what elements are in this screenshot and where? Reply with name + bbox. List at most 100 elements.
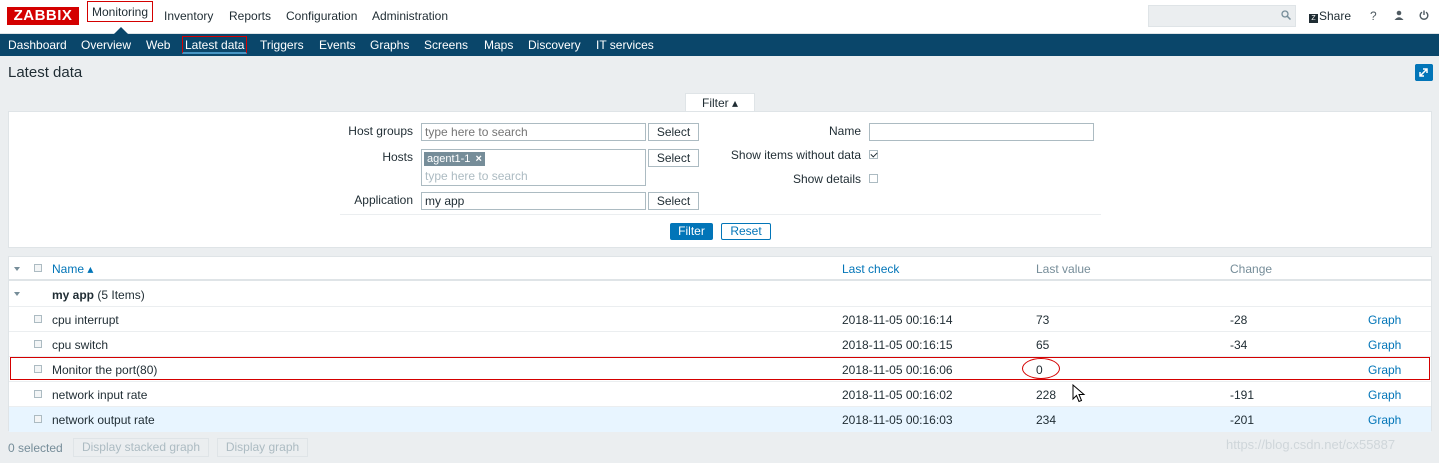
filter-divider <box>340 214 1101 215</box>
menu-inventory[interactable]: Inventory <box>164 9 213 23</box>
latest-data-table: Name ▴ Last check Last value Change my a… <box>8 256 1432 432</box>
group-row: my app (5 Items) <box>9 282 1431 307</box>
item-name: cpu interrupt <box>52 313 119 327</box>
row-checkbox[interactable] <box>34 340 42 348</box>
share-badge-icon: Z <box>1309 14 1318 23</box>
top-header: ZABBIX Monitoring Inventory Reports Conf… <box>0 0 1439 34</box>
item-change: -34 <box>1230 338 1248 352</box>
watermark: https://blog.csdn.net/cx55887 <box>1226 437 1396 452</box>
subnav-overview[interactable]: Overview <box>81 38 131 52</box>
subnav-screens[interactable]: Screens <box>424 38 468 52</box>
host-groups-select-button[interactable]: Select <box>648 123 699 141</box>
value-annotation <box>1022 358 1060 379</box>
item-last-check: 2018-11-05 00:16:02 <box>842 388 953 402</box>
menu-reports[interactable]: Reports <box>229 9 271 23</box>
hosts-label: Hosts <box>382 150 413 164</box>
table-row: network output rate 2018-11-05 00:16:03 … <box>9 407 1431 432</box>
filter-toggle-tab[interactable]: Filter ▴ <box>685 93 755 112</box>
application-label: Application <box>354 193 413 207</box>
item-last-check: 2018-11-05 00:16:03 <box>842 413 953 427</box>
row-checkbox[interactable] <box>34 415 42 423</box>
item-last-value: 73 <box>1036 313 1050 327</box>
show-without-data-label: Show items without data <box>730 148 861 162</box>
share-label: Share <box>1319 9 1352 23</box>
selected-count: 0 selected <box>8 441 63 455</box>
column-change: Change <box>1230 262 1273 276</box>
application-select-button[interactable]: Select <box>648 192 699 210</box>
page-title: Latest data <box>8 64 83 81</box>
fullscreen-icon[interactable] <box>1415 64 1433 81</box>
item-name: cpu switch <box>52 338 109 352</box>
host-groups-input[interactable] <box>421 123 646 141</box>
host-groups-label: Host groups <box>348 124 413 138</box>
reset-button[interactable]: Reset <box>721 223 771 240</box>
user-icon[interactable] <box>1394 10 1404 20</box>
subnav-web[interactable]: Web <box>146 38 170 52</box>
table-row: cpu interrupt 2018-11-05 00:16:14 73 -28… <box>9 307 1431 332</box>
menu-administration[interactable]: Administration <box>372 9 448 23</box>
item-change: -28 <box>1230 313 1248 327</box>
highlight-annotation <box>10 357 1430 380</box>
host-tag-label: agent1-1 <box>427 153 471 165</box>
hosts-search-placeholder[interactable]: type here to search <box>425 169 528 183</box>
menu-configuration[interactable]: Configuration <box>286 9 357 23</box>
subnav-latest-data[interactable]: Latest data <box>182 36 248 54</box>
power-icon[interactable] <box>1419 10 1429 20</box>
mouse-cursor-icon <box>1072 384 1086 403</box>
subnav-events[interactable]: Events <box>319 38 356 52</box>
row-checkbox[interactable] <box>34 315 42 323</box>
item-change: -191 <box>1230 388 1255 402</box>
display-graph-button[interactable]: Display graph <box>217 438 308 457</box>
group-label: my app (5 Items) <box>52 288 145 302</box>
host-tag: agent1-1 × <box>424 152 485 166</box>
item-last-value: 228 <box>1036 388 1057 402</box>
show-details-checkbox[interactable] <box>869 174 878 183</box>
table-row: network input rate 2018-11-05 00:16:02 2… <box>9 382 1431 407</box>
column-name[interactable]: Name ▴ <box>52 262 93 276</box>
collapse-group-icon[interactable] <box>14 292 20 296</box>
application-input[interactable] <box>421 192 646 210</box>
column-last-check[interactable]: Last check <box>842 262 899 276</box>
select-all-checkbox[interactable] <box>34 264 42 272</box>
graph-link[interactable]: Graph <box>1368 388 1401 402</box>
subnav-graphs[interactable]: Graphs <box>370 38 409 52</box>
name-input[interactable] <box>869 123 1094 141</box>
hosts-select-button[interactable]: Select <box>648 149 699 167</box>
display-stacked-graph-button[interactable]: Display stacked graph <box>73 438 209 457</box>
item-last-check: 2018-11-05 00:16:15 <box>842 338 953 352</box>
column-last-value: Last value <box>1036 262 1091 276</box>
hosts-multiselect[interactable]: agent1-1 × type here to search <box>421 149 646 186</box>
graph-link[interactable]: Graph <box>1368 313 1401 327</box>
sub-menu: Dashboard Overview Web Latest data Trigg… <box>0 34 1439 56</box>
row-checkbox[interactable] <box>34 390 42 398</box>
filter-panel: Host groups Select Hosts agent1-1 × type … <box>8 111 1432 248</box>
show-details-label: Show details <box>792 172 861 186</box>
collapse-all-icon[interactable] <box>14 267 20 271</box>
item-name: network output rate <box>52 413 155 427</box>
active-menu-indicator <box>114 27 128 34</box>
table-header: Name ▴ Last check Last value Change <box>9 257 1431 281</box>
zabbix-logo[interactable]: ZABBIX <box>7 7 79 25</box>
group-name: my app <box>52 288 95 302</box>
subnav-discovery[interactable]: Discovery <box>528 38 581 52</box>
group-count: (5 Items) <box>97 288 145 302</box>
help-icon[interactable]: ? <box>1370 9 1377 23</box>
item-last-value: 234 <box>1036 413 1057 427</box>
remove-tag-icon[interactable]: × <box>475 153 481 165</box>
subnav-triggers[interactable]: Triggers <box>260 38 304 52</box>
table-row: cpu switch 2018-11-05 00:16:15 65 -34 Gr… <box>9 332 1431 357</box>
subnav-dashboard[interactable]: Dashboard <box>8 38 67 52</box>
subnav-maps[interactable]: Maps <box>484 38 513 52</box>
graph-link[interactable]: Graph <box>1368 338 1401 352</box>
show-without-data-checkbox[interactable] <box>869 150 878 159</box>
filter-button[interactable]: Filter <box>670 223 713 240</box>
graph-link[interactable]: Graph <box>1368 413 1401 427</box>
share-link[interactable]: Z Share <box>1309 9 1351 23</box>
item-last-check: 2018-11-05 00:16:14 <box>842 313 953 327</box>
global-search-input[interactable] <box>1148 5 1296 27</box>
name-label: Name <box>828 124 861 138</box>
menu-monitoring[interactable]: Monitoring <box>87 1 154 22</box>
search-icon[interactable] <box>1281 10 1291 20</box>
item-change: -201 <box>1230 413 1255 427</box>
subnav-it-services[interactable]: IT services <box>596 38 654 52</box>
